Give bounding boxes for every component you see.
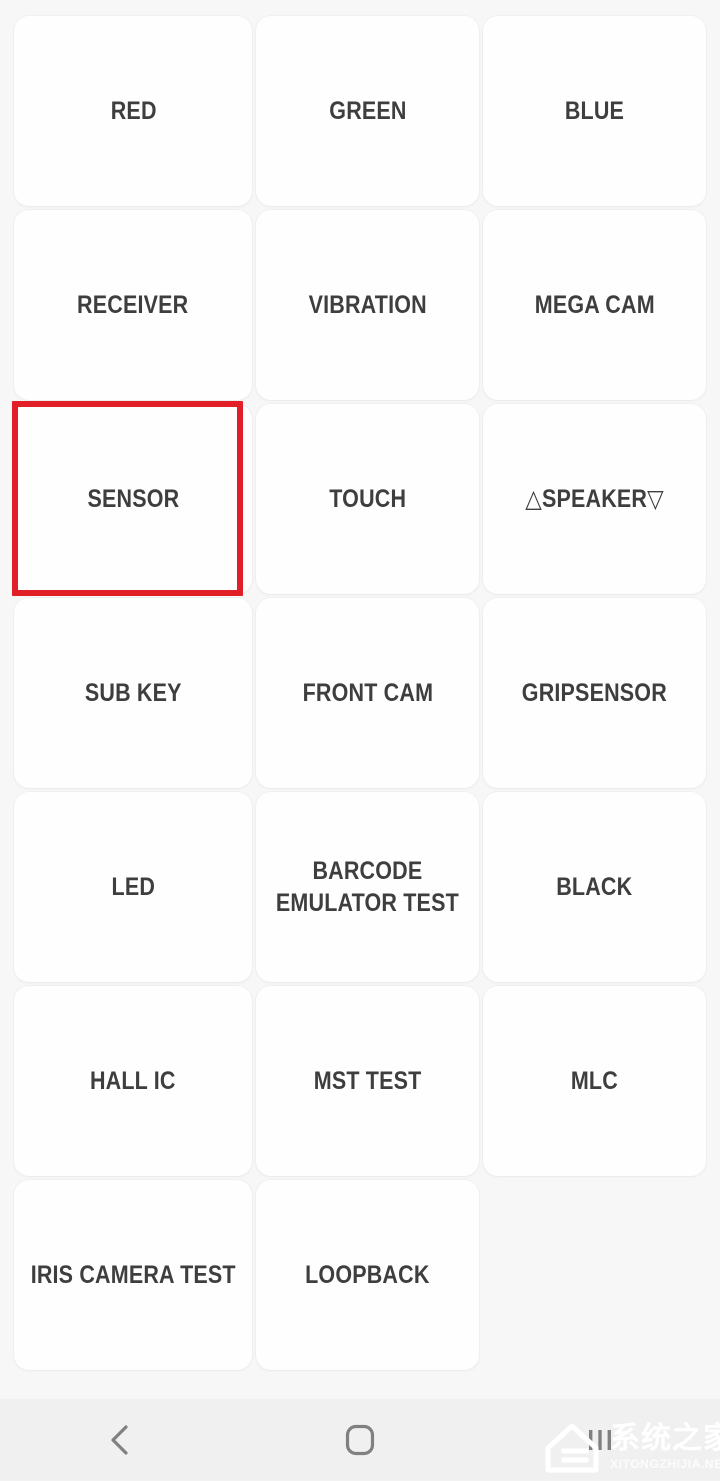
test-button-loopback[interactable]: LOOPBACK — [256, 1180, 480, 1370]
nav-back-button[interactable] — [30, 1399, 210, 1480]
test-button-label: BLUE — [564, 97, 625, 125]
test-button-receiver[interactable]: RECEIVER — [14, 210, 253, 400]
test-button-mega-cam[interactable]: MEGA CAM — [483, 210, 706, 400]
test-button-mst-test[interactable]: MST TEST — [256, 986, 480, 1176]
test-button-vibration[interactable]: VIBRATION — [256, 210, 480, 400]
test-button-label: VIBRATION — [308, 291, 427, 319]
test-button-iris-camera-test[interactable]: IRIS CAMERA TEST — [14, 1180, 253, 1370]
nav-recents-button[interactable] — [510, 1399, 690, 1480]
test-button-label: RED — [110, 97, 157, 125]
test-button-label: △SPEAKER▽ — [525, 485, 664, 513]
test-button-label: SUB KEY — [84, 679, 182, 707]
test-button-label: MEGA CAM — [534, 291, 655, 319]
test-button-touch[interactable]: TOUCH — [256, 404, 480, 594]
test-button-mlc[interactable]: MLC — [483, 986, 706, 1176]
test-grid-empty-slot — [483, 1180, 706, 1370]
phone-screen: RED GREEN BLUE RECEIVER VIBRATION MEGA C… — [0, 0, 720, 1480]
test-button-label: SENSOR — [87, 485, 180, 513]
test-button-label: LOOPBACK — [305, 1261, 430, 1289]
chevron-left-icon — [103, 1420, 137, 1460]
test-button-label: MST TEST — [313, 1067, 422, 1095]
test-button-label: IRIS CAMERA TEST — [30, 1261, 236, 1289]
test-button-front-cam[interactable]: FRONT CAM — [256, 598, 480, 788]
test-button-label: MLC — [571, 1067, 619, 1095]
test-button-speaker[interactable]: △SPEAKER▽ — [483, 404, 706, 594]
test-button-black[interactable]: BLACK — [483, 792, 706, 982]
test-button-label: HALL IC — [90, 1067, 177, 1095]
test-button-label: BARCODE EMULATOR TEST — [276, 857, 460, 917]
system-navigation-bar — [0, 1399, 720, 1480]
test-button-blue[interactable]: BLUE — [483, 16, 706, 206]
test-button-label: BLACK — [556, 873, 633, 901]
test-button-label: GRIPSENSOR — [522, 679, 668, 707]
test-button-sensor[interactable]: SENSOR — [11, 401, 253, 596]
test-button-label: RECEIVER — [77, 291, 189, 319]
nav-home-button[interactable] — [270, 1399, 450, 1480]
test-button-sub-key[interactable]: SUB KEY — [14, 598, 253, 788]
test-button-hall-ic[interactable]: HALL IC — [14, 986, 253, 1176]
test-button-label: GREEN — [329, 97, 407, 125]
test-grid: RED GREEN BLUE RECEIVER VIBRATION MEGA C… — [11, 16, 706, 1370]
test-grid-container: RED GREEN BLUE RECEIVER VIBRATION MEGA C… — [0, 0, 720, 1399]
recents-bars-icon — [583, 1423, 617, 1457]
rounded-square-icon — [342, 1422, 378, 1458]
test-button-label: LED — [111, 873, 155, 901]
test-button-label: FRONT CAM — [302, 679, 434, 707]
test-button-led[interactable]: LED — [14, 792, 253, 982]
test-button-gripsensor[interactable]: GRIPSENSOR — [483, 598, 706, 788]
test-button-green[interactable]: GREEN — [256, 16, 480, 206]
test-button-barcode-emulator-test[interactable]: BARCODE EMULATOR TEST — [256, 792, 480, 982]
test-button-label: TOUCH — [329, 485, 407, 513]
test-button-red[interactable]: RED — [14, 16, 253, 206]
